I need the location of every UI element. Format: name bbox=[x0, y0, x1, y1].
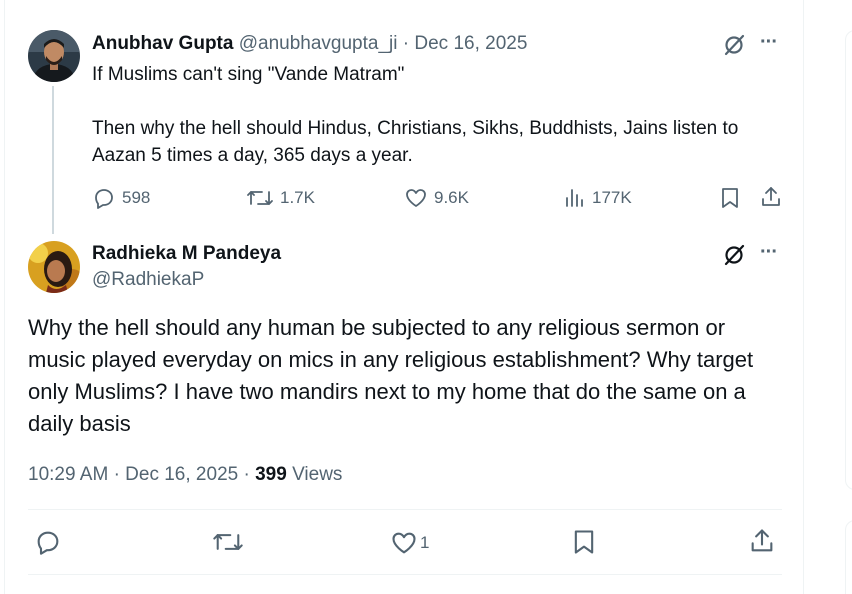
repost-count: 1.7K bbox=[280, 188, 315, 207]
like-button[interactable]: 9.6K bbox=[404, 186, 469, 210]
reply-icon bbox=[37, 531, 59, 555]
more-label: ··· bbox=[760, 241, 778, 263]
left-gutter bbox=[0, 0, 5, 594]
more-icon[interactable]: ··· bbox=[760, 31, 778, 53]
sidebar-card-edge bbox=[845, 30, 852, 490]
repost-icon bbox=[213, 534, 243, 550]
views-count: 399 bbox=[255, 464, 287, 485]
author-name[interactable]: Radhieka M Pandeya bbox=[92, 242, 281, 266]
post-date[interactable]: Dec 16, 2025 bbox=[414, 33, 527, 54]
like-icon bbox=[392, 532, 416, 554]
reply-button[interactable] bbox=[34, 528, 62, 561]
more-icon[interactable]: ··· bbox=[760, 241, 778, 263]
bookmark-icon bbox=[574, 530, 594, 554]
views-icon bbox=[566, 189, 583, 207]
author-name[interactable]: Anubhav Gupta bbox=[92, 33, 233, 54]
repost-icon bbox=[247, 191, 273, 205]
author-handle[interactable]: @anubhavgupta_ji bbox=[239, 33, 398, 54]
post-time[interactable]: 10:29 AM bbox=[28, 464, 108, 485]
views-count: 177K bbox=[592, 188, 632, 207]
avatar-image bbox=[28, 241, 80, 293]
share-icon bbox=[751, 529, 773, 552]
like-count: 1 bbox=[420, 533, 430, 552]
sidebar-card-edge bbox=[845, 520, 852, 594]
thread-line bbox=[52, 86, 54, 234]
reply-count: 598 bbox=[122, 188, 151, 207]
repost-button[interactable]: 1.7K bbox=[246, 186, 315, 210]
more-label: ··· bbox=[760, 31, 778, 53]
author-handle[interactable]: @RadhiekaP bbox=[92, 268, 204, 292]
avatar[interactable] bbox=[28, 241, 80, 293]
like-icon bbox=[406, 189, 426, 207]
separator: · bbox=[402, 33, 410, 54]
repost-button[interactable] bbox=[212, 528, 244, 561]
like-count: 9.6K bbox=[434, 188, 469, 207]
divider bbox=[28, 574, 782, 575]
share-icon[interactable] bbox=[759, 185, 783, 214]
column-divider bbox=[803, 0, 804, 594]
post-body: Why the hell should any human be subject… bbox=[28, 315, 754, 436]
avatar-image bbox=[28, 30, 80, 82]
post-header: Anubhav Gupta @anubhavgupta_ji · Dec 16,… bbox=[92, 32, 527, 56]
like-button[interactable]: 1 bbox=[390, 529, 429, 557]
post-meta: 10:29 AM · Dec 16, 2025 · 399 Views bbox=[28, 462, 342, 488]
post-text-line: Then why the hell should Hindus, Christi… bbox=[92, 118, 739, 166]
post-date[interactable]: Dec 16, 2025 bbox=[125, 464, 238, 485]
separator: · bbox=[113, 464, 120, 485]
share-button[interactable] bbox=[748, 527, 776, 560]
post-body: If Muslims can't sing "Vande Matram" The… bbox=[92, 61, 782, 169]
post-text-line: If Muslims can't sing "Vande Matram" bbox=[92, 64, 405, 85]
grok-icon[interactable] bbox=[722, 33, 746, 62]
bookmark-button[interactable] bbox=[571, 528, 597, 561]
avatar[interactable] bbox=[28, 30, 80, 82]
separator: · bbox=[243, 464, 250, 485]
bookmark-icon[interactable] bbox=[719, 186, 741, 215]
reply-button[interactable]: 598 bbox=[92, 186, 150, 210]
views-label: Views bbox=[292, 464, 343, 485]
grok-icon[interactable] bbox=[722, 243, 746, 272]
divider bbox=[28, 509, 782, 510]
reply-icon bbox=[95, 189, 113, 209]
views-button[interactable]: 177K bbox=[564, 186, 632, 210]
